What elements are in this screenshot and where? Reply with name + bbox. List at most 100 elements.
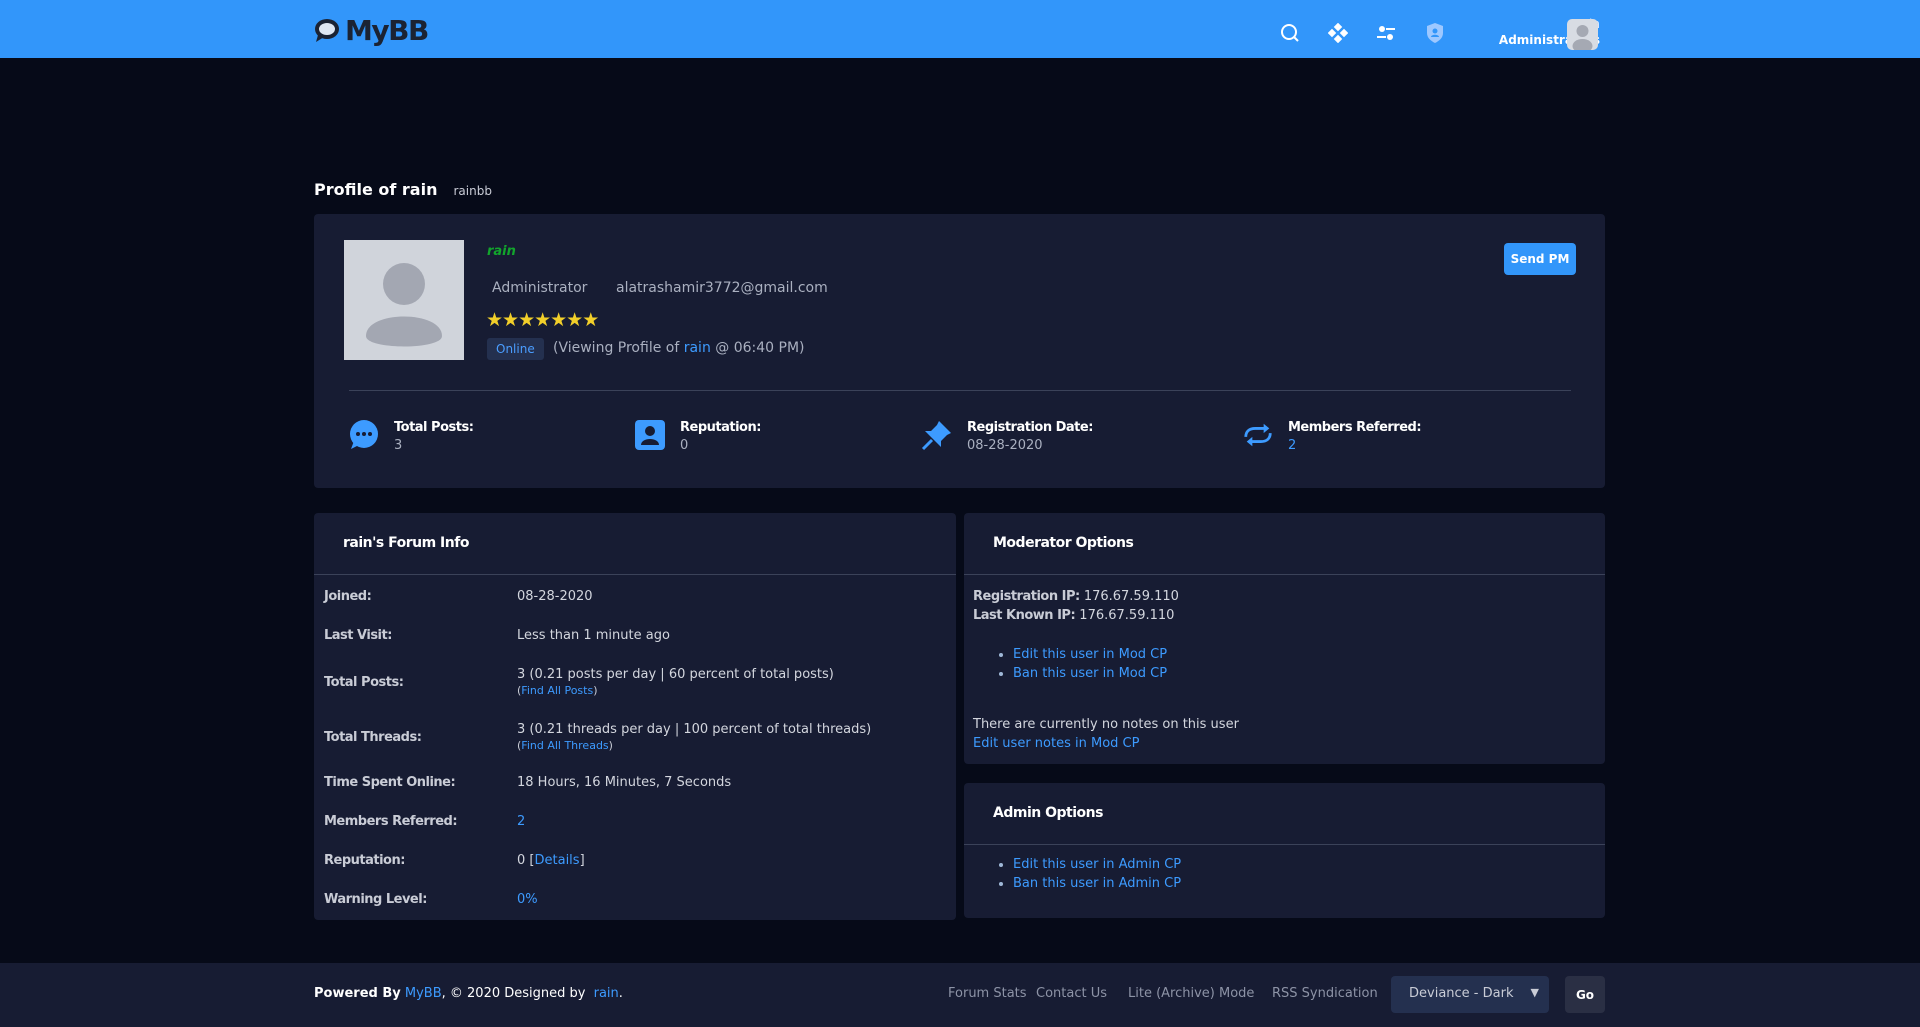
forum-info-title: rain's Forum Info <box>314 513 956 575</box>
list-item: Edit this user in Admin CP <box>1013 857 1181 876</box>
stat-value: 08-28-2020 <box>967 438 1043 453</box>
user-badge-icon <box>634 419 666 451</box>
user-notes-text: There are currently no notes on this use… <box>973 717 1239 732</box>
edit-user-notes-link[interactable]: Edit user notes in Mod CP <box>973 736 1139 751</box>
online-status-badge: Online <box>487 338 544 360</box>
reputation-details-link[interactable]: Details <box>535 853 580 868</box>
theme-selected-value: Deviance - Dark <box>1409 986 1514 1001</box>
admin-options-title: Admin Options <box>964 783 1605 845</box>
registration-ip: Registration IP: 176.67.59.110 <box>973 589 1179 604</box>
stat-members-referred: Members Referred: 2 <box>1242 419 1422 455</box>
warning-level-link[interactable]: 0% <box>517 892 538 907</box>
viewing-user-link[interactable]: rain <box>684 340 711 356</box>
viewing-status: (Viewing Profile of rain @ 06:40 PM) <box>553 340 805 356</box>
apps-icon[interactable] <box>1327 22 1349 44</box>
profile-title-bar: Profile of rain rainbb <box>314 180 492 199</box>
moderator-options-title: Moderator Options <box>964 513 1605 575</box>
stat-value: 0 <box>680 438 689 453</box>
reg-ip-value: 176.67.59.110 <box>1083 589 1179 604</box>
viewing-suffix: @ 06:40 PM) <box>710 340 805 356</box>
copyright-text: , © 2020 Designed by <box>441 986 586 1001</box>
forum-info-card: rain's Forum Info Joined: 08-28-2020 Las… <box>314 513 956 920</box>
info-value: 18 Hours, 16 Minutes, 7 Seconds <box>517 775 732 790</box>
top-navbar: MyBB rain Administrators <box>0 0 1920 58</box>
admincp-links: Edit this user in Admin CP Ban this user… <box>1013 857 1181 895</box>
comments-icon <box>348 419 380 451</box>
footer-lite-mode-link[interactable]: Lite (Archive) Mode <box>1128 986 1254 1001</box>
list-item: Edit this user in Mod CP <box>1013 647 1167 666</box>
reg-ip-label: Registration IP: <box>973 589 1080 604</box>
designer-link[interactable]: rain <box>594 986 619 1001</box>
footer-rss-link[interactable]: RSS Syndication <box>1272 986 1378 1001</box>
shield-icon[interactable] <box>1424 22 1446 44</box>
sliders-icon[interactable] <box>1375 22 1397 44</box>
footer-credits: Powered By MyBB, © 2020 Designed by rain… <box>314 986 623 1001</box>
mybb-logo[interactable]: MyBB <box>314 13 429 47</box>
last-ip-value: 176.67.59.110 <box>1079 608 1175 623</box>
list-item: Ban this user in Mod CP <box>1013 666 1167 685</box>
powered-by-text: Powered By <box>314 986 401 1001</box>
stat-value-link[interactable]: 2 <box>1288 437 1421 455</box>
theme-select[interactable]: Deviance - Dark ▼ <box>1391 976 1549 1013</box>
info-key: Last Visit: <box>324 628 392 643</box>
theme-go-button[interactable]: Go <box>1565 976 1605 1013</box>
profile-role: Administrator <box>492 280 588 296</box>
search-icon[interactable] <box>1279 22 1301 44</box>
members-referred-link[interactable]: 2 <box>517 814 525 829</box>
edit-user-admincp-link[interactable]: Edit this user in Admin CP <box>1013 857 1181 872</box>
stat-registration-date: Registration Date: 08-28-2020 <box>921 419 1093 455</box>
moderator-options-card: Moderator Options Registration IP: 176.6… <box>964 513 1605 764</box>
admin-options-card: Admin Options Edit this user in Admin CP… <box>964 783 1605 918</box>
stat-value: 3 <box>394 438 403 453</box>
find-all-posts-link[interactable]: Find All Posts <box>521 684 593 697</box>
info-key: Reputation: <box>324 853 405 868</box>
footer-contact-us-link[interactable]: Contact Us <box>1036 986 1107 1001</box>
header-avatar[interactable] <box>1567 19 1598 50</box>
info-key: Warning Level: <box>324 892 427 907</box>
info-value-wrap: 0 [Details] <box>517 853 585 868</box>
info-value-wrap: 3 (0.21 posts per day | 60 percent of to… <box>517 667 834 697</box>
info-key: Total Posts: <box>324 675 404 690</box>
info-key: Total Threads: <box>324 730 422 745</box>
mybb-link[interactable]: MyBB <box>405 986 442 1001</box>
refer-icon <box>1242 419 1274 451</box>
info-value: 3 (0.21 posts per day | 60 percent of to… <box>517 667 834 682</box>
footer-forum-stats-link[interactable]: Forum Stats <box>948 986 1027 1001</box>
find-all-posts-wrap: (Find All Posts) <box>517 684 598 697</box>
user-stars: ★★★★★★★ <box>486 309 599 331</box>
profile-divider <box>349 390 1571 391</box>
modcp-links: Edit this user in Mod CP Ban this user i… <box>1013 647 1167 685</box>
footer: Powered By MyBB, © 2020 Designed by rain… <box>0 963 1920 1027</box>
info-value: 08-28-2020 <box>517 589 593 604</box>
find-all-threads-wrap: (Find All Threads) <box>517 739 613 752</box>
stat-label: Registration Date: <box>967 420 1093 435</box>
send-pm-button[interactable]: Send PM <box>1504 243 1576 275</box>
info-key: Members Referred: <box>324 814 458 829</box>
info-value: 0 <box>517 853 526 868</box>
ban-user-admincp-link[interactable]: Ban this user in Admin CP <box>1013 876 1181 891</box>
list-item: Ban this user in Admin CP <box>1013 876 1181 895</box>
stat-reputation: Reputation: 0 <box>634 419 761 455</box>
stat-label: Reputation: <box>680 420 761 435</box>
find-all-threads-link[interactable]: Find All Threads <box>521 739 608 752</box>
logo-text: MyBB <box>345 13 429 47</box>
info-key: Joined: <box>324 589 372 604</box>
stat-label: Members Referred: <box>1288 420 1422 435</box>
page-title: Profile of rain <box>314 180 438 199</box>
info-value: Less than 1 minute ago <box>517 628 670 643</box>
edit-user-modcp-link[interactable]: Edit this user in Mod CP <box>1013 647 1167 662</box>
page-subtitle: rainbb <box>453 184 492 198</box>
stat-total-posts: Total Posts: 3 <box>348 419 474 455</box>
logo-bubble-icon <box>314 17 342 43</box>
profile-avatar <box>344 240 464 360</box>
profile-email[interactable]: alatrashamir3772@gmail.com <box>616 280 828 296</box>
info-value-wrap: 3 (0.21 threads per day | 100 percent of… <box>517 722 871 752</box>
viewing-prefix: (Viewing Profile of <box>553 340 684 356</box>
last-ip-label: Last Known IP: <box>973 608 1076 623</box>
pin-icon <box>921 419 953 451</box>
ban-user-modcp-link[interactable]: Ban this user in Mod CP <box>1013 666 1167 681</box>
info-value: 3 (0.21 threads per day | 100 percent of… <box>517 722 872 737</box>
stat-label: Total Posts: <box>394 420 474 435</box>
chevron-down-icon: ▼ <box>1530 986 1539 999</box>
profile-username: rain <box>487 244 516 259</box>
